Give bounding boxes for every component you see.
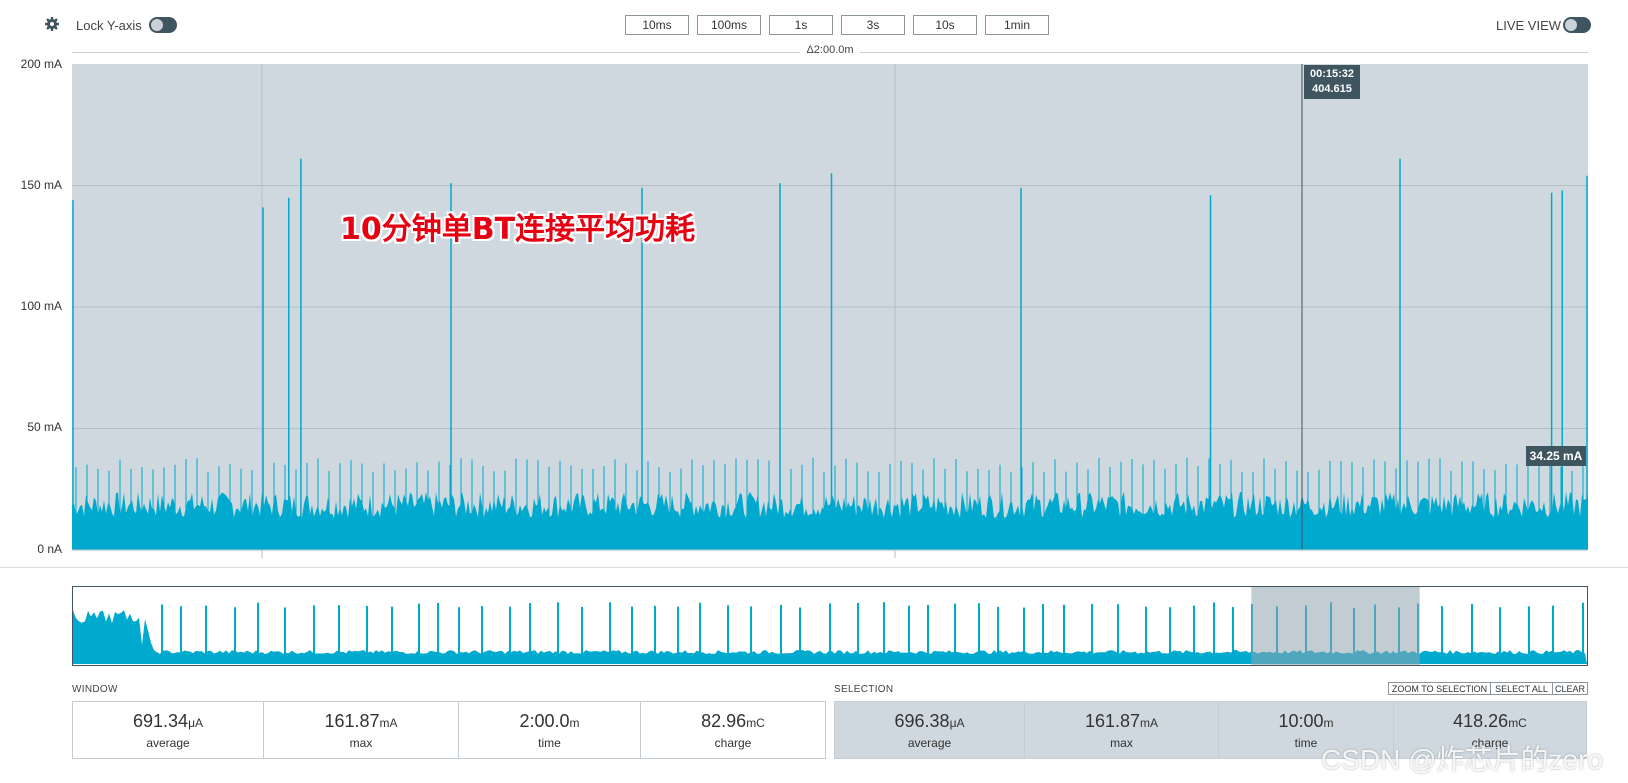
window-average-label: average <box>146 735 190 750</box>
window-time-stat: 2:00.0m time <box>458 701 641 759</box>
window-max-unit: mA <box>379 715 398 730</box>
window-time-value: 2:00.0 <box>519 710 570 731</box>
window-section-label: WINDOW <box>72 684 118 695</box>
window-time-label: time <box>538 735 561 750</box>
window-charge-label: charge <box>714 735 752 750</box>
selection-average-unit: μA <box>949 715 965 730</box>
cursor-value: 404.615 <box>1312 83 1352 95</box>
cursor-time: 00:15:32 <box>1309 68 1355 80</box>
timescale-button-3s[interactable]: 3s <box>841 15 905 35</box>
current-chart[interactable] <box>72 64 1588 564</box>
selection-section-label: SELECTION <box>834 684 894 695</box>
selection-max-label: max <box>1110 735 1133 750</box>
time-span-label: Δ2:00.0m <box>800 44 860 56</box>
timescale-button-10ms[interactable]: 10ms <box>625 15 689 35</box>
selection-max-unit: mA <box>1140 715 1159 730</box>
timescale-button-100ms[interactable]: 100ms <box>697 15 761 35</box>
selection-max-value: 161.87 <box>1084 710 1141 731</box>
y-tick-label: 100 mA <box>20 299 62 313</box>
live-view-label: LIVE VIEW <box>1496 18 1562 33</box>
window-stats: 691.34μA average 161.87mA max 2:00.0m ti… <box>72 701 826 759</box>
select-all-button[interactable]: SELECT ALL <box>1490 682 1553 695</box>
selection-time-value: 10:00 <box>1278 710 1324 731</box>
window-max-label: max <box>349 735 373 750</box>
window-charge-unit: mC <box>746 715 765 730</box>
selection-time-label: time <box>1294 735 1318 750</box>
zoom-to-selection-button[interactable]: ZOOM TO SELECTION <box>1388 682 1491 695</box>
toolbar: Lock Y-axis 10ms 100ms 1s 3s 10s 1min LI… <box>0 0 1628 48</box>
y-tick-label: 0 nA <box>37 542 62 556</box>
window-average-value: 691.34 <box>133 710 189 731</box>
window-charge-stat: 82.96mC charge <box>640 701 826 759</box>
gear-icon[interactable] <box>44 16 60 32</box>
window-max-value: 161.87 <box>324 710 380 731</box>
window-charge-value: 82.96 <box>701 710 747 731</box>
y-tick-label: 200 mA <box>20 57 62 71</box>
selection-average-stat: 696.38μA average <box>834 701 1025 759</box>
overview-selection-window[interactable] <box>1251 587 1420 665</box>
clear-selection-button[interactable]: CLEAR <box>1552 682 1588 695</box>
window-average-stat: 691.34μA average <box>72 701 264 759</box>
value-marker: 34.25 mA <box>1526 446 1586 466</box>
lock-y-axis-label: Lock Y-axis <box>76 18 142 33</box>
chart-annotation: 10分钟单BT连接平均功耗 <box>340 212 696 247</box>
cursor-readout: 00:15:32 404.615 <box>1304 65 1360 99</box>
selection-max-stat: 161.87mA max <box>1024 701 1219 759</box>
y-tick-label: 50 mA <box>27 420 62 434</box>
lock-y-axis-toggle[interactable] <box>149 17 177 33</box>
watermark: CSDN @炸芯片的zero <box>1321 744 1604 775</box>
live-view-toggle[interactable] <box>1563 17 1591 33</box>
selection-charge-value: 418.26 <box>1453 710 1509 731</box>
window-max-stat: 161.87mA max <box>263 701 459 759</box>
window-average-unit: μA <box>188 715 203 730</box>
overview-chart[interactable] <box>72 586 1588 666</box>
timescale-button-1s[interactable]: 1s <box>769 15 833 35</box>
section-divider <box>0 567 1628 568</box>
window-time-unit: m <box>569 715 580 730</box>
selection-average-label: average <box>907 735 952 750</box>
selection-average-value: 696.38 <box>894 710 950 731</box>
selection-time-unit: m <box>1323 715 1334 730</box>
timescale-button-10s[interactable]: 10s <box>913 15 977 35</box>
selection-charge-unit: mC <box>1508 715 1527 730</box>
y-tick-label: 150 mA <box>20 178 62 192</box>
timescale-button-1min[interactable]: 1min <box>985 15 1049 35</box>
